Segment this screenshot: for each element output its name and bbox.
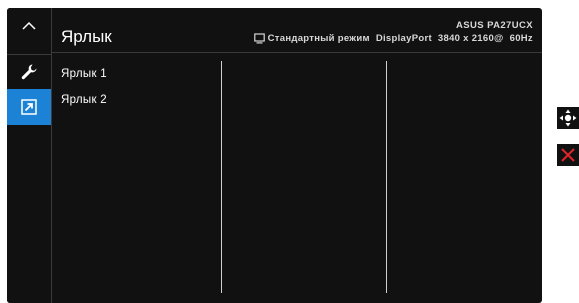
sidebar-item-system-setup[interactable] [7, 55, 51, 88]
nav-close-button[interactable] [557, 144, 579, 166]
sidebar [7, 8, 51, 303]
wrench-icon [21, 64, 37, 79]
color-mode: Стандартный режим [267, 33, 370, 44]
resolution: 3840 x 2160@ [437, 33, 504, 44]
menu-item-shortcut-1[interactable]: Ярлык 1 [61, 68, 107, 80]
status-bar: Стандартный режим DisplayPort 3840 x 216… [253, 33, 533, 44]
chevron-up-icon [22, 21, 36, 30]
sidebar-item-shortcut[interactable] [7, 89, 51, 125]
close-icon [561, 148, 575, 162]
joystick-icon [559, 109, 577, 127]
page-title: Ярлык [61, 27, 112, 46]
monitor-model: ASUS PA27UCX [456, 20, 533, 31]
column-divider-2 [386, 61, 387, 293]
menu-item-shortcut-2[interactable]: Ярлык 2 [61, 94, 107, 106]
monitor-icon [253, 33, 265, 44]
osd-menu: Ярлык ASUS PA27UCX Стандартный режим Dis… [7, 8, 542, 303]
nav-joystick-button[interactable] [557, 107, 579, 129]
shortcut-arrow-icon [21, 99, 37, 115]
input-source: DisplayPort [375, 33, 432, 44]
sidebar-item-up[interactable] [7, 8, 51, 42]
header-divider [52, 52, 542, 53]
column-divider-1 [221, 61, 222, 293]
refresh-rate: 60Hz [509, 33, 533, 44]
